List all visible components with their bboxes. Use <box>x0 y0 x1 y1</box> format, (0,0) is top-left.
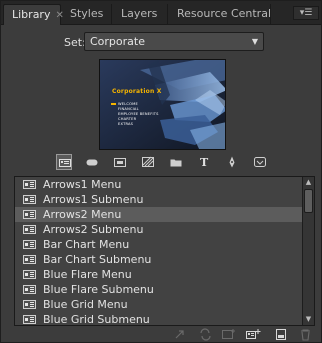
background-filter-icon[interactable] <box>140 154 156 170</box>
scroll-thumb[interactable] <box>304 189 313 213</box>
list-item-label: Blue Grid Menu <box>43 298 128 311</box>
menu-item-icon <box>23 210 36 219</box>
menu-item-icon <box>23 225 36 234</box>
list-item[interactable]: Arrows1 Submenu <box>15 192 302 207</box>
replace-icon[interactable] <box>198 328 214 341</box>
list-item[interactable]: Bar Chart Menu <box>15 237 302 252</box>
button-filter-icon[interactable] <box>84 154 100 170</box>
tab-layers-label: Layers <box>121 7 158 20</box>
delete-icon[interactable] <box>298 328 314 341</box>
place-icon[interactable] <box>274 328 290 341</box>
list-item-label: Blue Flare Menu <box>43 268 132 281</box>
text-filter-icon[interactable]: T <box>196 154 212 170</box>
list-item-label: Arrows2 Menu <box>43 208 122 221</box>
list-item-label: Arrows1 Menu <box>43 178 122 191</box>
list-item-label: Bar Chart Menu <box>43 238 130 251</box>
list-item[interactable]: Blue Grid Submenu <box>15 312 302 326</box>
scroll-up-icon[interactable]: ▲ <box>303 177 314 188</box>
tab-library-label: Library <box>12 8 51 21</box>
list-item-label: Arrows1 Submenu <box>43 193 144 206</box>
list-item[interactable]: Bar Chart Submenu <box>15 252 302 267</box>
list-item[interactable]: Arrows1 Menu <box>15 177 302 192</box>
menu-item-icon <box>23 180 36 189</box>
library-panel: Library ✕ Styles Layers Resource Central … <box>0 0 322 343</box>
set-dropdown-value: Corporate <box>90 35 145 48</box>
list-item[interactable]: Blue Grid Menu <box>15 297 302 312</box>
preview-title: Corporation X <box>112 88 162 95</box>
menu-item-icon <box>23 300 36 309</box>
list-item-label: Arrows2 Submenu <box>43 223 144 236</box>
list-item-label: Blue Flare Submenu <box>43 283 154 296</box>
frame-filter-icon[interactable] <box>112 154 128 170</box>
folder-filter-icon[interactable] <box>168 154 184 170</box>
list-item[interactable]: Blue Flare Submenu <box>15 282 302 297</box>
list-item-selected[interactable]: Arrows2 Menu <box>15 207 302 222</box>
menu-item-icon <box>23 285 36 294</box>
list-item[interactable]: Blue Flare Menu <box>15 267 302 282</box>
preview-item: FINANCIAL <box>118 107 139 111</box>
tab-library[interactable]: Library ✕ <box>3 4 64 25</box>
menu-item-icon <box>23 270 36 279</box>
list-item-label: Blue Grid Submenu <box>43 313 150 326</box>
list-item-label: Bar Chart Submenu <box>43 253 152 266</box>
preview-thumbnail: Corporation X WELCOME FINANCIAL EMPLOYEE… <box>99 59 226 150</box>
tab-styles[interactable]: Styles <box>62 4 112 25</box>
preview-item: EMPLOYEE BENEFITS <box>118 112 159 116</box>
library-list[interactable]: Arrows1 Menu Arrows1 Submenu Arrows2 Men… <box>14 176 315 326</box>
menu-item-icon <box>23 255 36 264</box>
set-label: Set: <box>64 36 86 49</box>
preview-item: CHARTER <box>118 117 137 121</box>
new-menu-icon[interactable] <box>245 328 261 341</box>
menu-item-icon <box>23 315 36 324</box>
menu-filter-icon[interactable] <box>56 154 72 170</box>
menu-item-icon <box>23 195 36 204</box>
menu-item-icon <box>23 240 36 249</box>
tab-resource-central[interactable]: Resource Central <box>169 4 271 25</box>
set-dropdown[interactable]: Corporate ▼ <box>84 32 264 51</box>
bottom-toolbar <box>1 326 321 343</box>
tab-resource-central-label: Resource Central <box>177 7 271 20</box>
tab-styles-label: Styles <box>70 7 104 20</box>
chevron-down-icon: ▼ <box>251 37 258 46</box>
svg-text:T: T <box>200 156 209 168</box>
preview-item: WELCOME <box>118 102 138 106</box>
scroll-down-icon[interactable]: ▼ <box>303 314 314 325</box>
tab-layers[interactable]: Layers <box>113 4 168 25</box>
list-scrollbar[interactable]: ▲ ▼ <box>302 177 314 325</box>
panel-menu-icon[interactable]: ▾☰ <box>293 6 319 20</box>
preview-item: EXTRAS <box>118 122 134 126</box>
pen-filter-icon[interactable] <box>224 154 240 170</box>
tab-bar: Library ✕ Styles Layers Resource Central … <box>1 1 321 25</box>
preview-bullet-icon <box>111 103 116 105</box>
list-item[interactable]: Arrows2 Submenu <box>15 222 302 237</box>
add-icon[interactable] <box>221 328 237 341</box>
badge-filter-icon[interactable] <box>252 154 268 170</box>
apply-icon[interactable] <box>173 328 189 341</box>
